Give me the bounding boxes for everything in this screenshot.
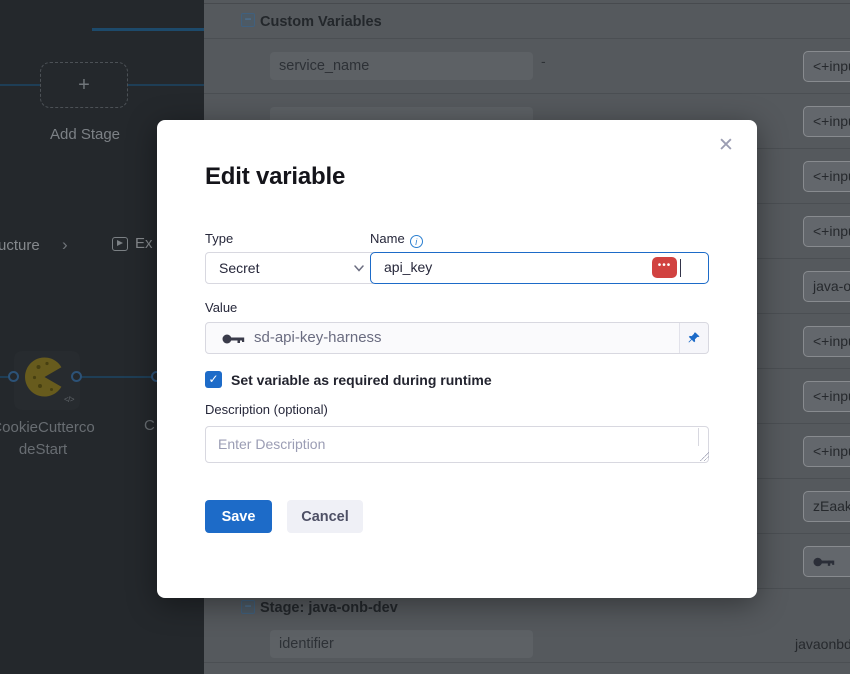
pin-icon — [687, 331, 701, 345]
stage-section-header[interactable]: − Stage: java-onb-dev — [204, 596, 850, 626]
plus-icon: + — [78, 74, 90, 97]
step2-label-truncated: C — [144, 417, 155, 434]
breadcrumb-text[interactable]: ucture — [0, 237, 40, 254]
name-input[interactable]: api_key ••• — [370, 252, 709, 284]
secret-value-field[interactable]: sd-api-key-harness — [205, 322, 709, 354]
pin-button[interactable] — [680, 323, 708, 353]
required-checkbox-label: Set variable as required during runtime — [231, 372, 492, 388]
type-label: Type — [205, 231, 233, 246]
name-input-value: api_key — [384, 259, 432, 275]
save-button[interactable]: Save — [205, 500, 272, 533]
resize-grip-icon[interactable] — [700, 452, 709, 461]
add-stage-label: Add Stage — [0, 126, 170, 143]
variable-dash: - — [541, 53, 546, 69]
value-label: Value — [205, 300, 237, 315]
add-stage-button[interactable]: + — [40, 62, 128, 108]
cookie-step-icon[interactable] — [25, 356, 65, 398]
step-label-line2: deStart — [0, 439, 146, 461]
required-checkbox[interactable]: ✓ — [205, 371, 222, 388]
variable-value-input[interactable]: java-o — [803, 271, 850, 302]
step-label: CookieCutterco deStart — [0, 417, 146, 461]
cancel-button[interactable]: Cancel — [287, 500, 363, 533]
variable-value-input[interactable]: <+inpu — [803, 51, 850, 82]
step-label-line1: CookieCutterco — [0, 417, 146, 439]
identifier-name: identifier — [270, 630, 533, 658]
identifier-value: javaonbde — [795, 636, 850, 652]
variable-value-input[interactable]: <+inpu — [803, 106, 850, 137]
variable-value-input[interactable]: <+inpu — [803, 216, 850, 247]
info-icon[interactable]: i — [410, 235, 423, 248]
variable-value-input[interactable]: <+inpu — [803, 436, 850, 467]
panel-divider — [204, 3, 850, 4]
stage-section-title: Stage: java-onb-dev — [260, 600, 398, 616]
app-screen: + Add Stage ucture › Ex </> Cookie — [0, 0, 850, 674]
variable-row: service_name - <+inpu — [204, 39, 850, 94]
name-label: Namei — [370, 231, 423, 248]
secret-reference-text: sd-api-key-harness — [254, 323, 382, 353]
active-tab-underline — [92, 28, 204, 31]
tab-execution[interactable]: Ex — [112, 235, 153, 252]
secret-value-input[interactable] — [803, 546, 850, 577]
text-caret — [680, 259, 682, 277]
description-textarea[interactable] — [205, 426, 709, 463]
close-icon[interactable]: ✕ — [713, 133, 739, 159]
description-label: Description (optional) — [205, 402, 328, 417]
code-badge-icon: </> — [64, 395, 74, 404]
tab-execution-label: Ex — [135, 235, 153, 252]
custom-variables-header[interactable]: − Custom Variables — [204, 8, 850, 39]
panel-divider — [204, 662, 850, 663]
variable-value-input[interactable]: <+inpu — [803, 161, 850, 192]
type-select[interactable]: Secret — [205, 252, 377, 284]
variable-value-input[interactable]: <+inpu — [803, 381, 850, 412]
chevron-down-icon — [354, 265, 364, 272]
type-selected-value: Secret — [219, 260, 259, 276]
edit-variable-dialog: ✕ Edit variable Type Namei Secret api_ke… — [157, 120, 757, 598]
required-checkbox-row: ✓ Set variable as required during runtim… — [205, 371, 492, 388]
runtime-input-badge-icon[interactable]: ••• — [652, 257, 677, 278]
collapse-icon[interactable]: − — [241, 13, 255, 27]
chevron-right-icon: › — [62, 235, 68, 255]
key-icon — [813, 555, 835, 569]
collapse-icon[interactable]: − — [241, 600, 255, 614]
variable-value-input[interactable]: zEaak — [803, 491, 850, 522]
connector-port-icon — [8, 371, 19, 382]
key-icon — [222, 332, 245, 346]
dialog-title: Edit variable — [205, 163, 345, 191]
custom-variables-title: Custom Variables — [260, 14, 382, 30]
textarea-scroll-line — [698, 428, 699, 446]
connector-port-icon — [71, 371, 82, 382]
execution-icon — [112, 237, 128, 251]
variable-value-input[interactable]: <+inpu — [803, 326, 850, 357]
variable-name: service_name — [270, 52, 533, 80]
